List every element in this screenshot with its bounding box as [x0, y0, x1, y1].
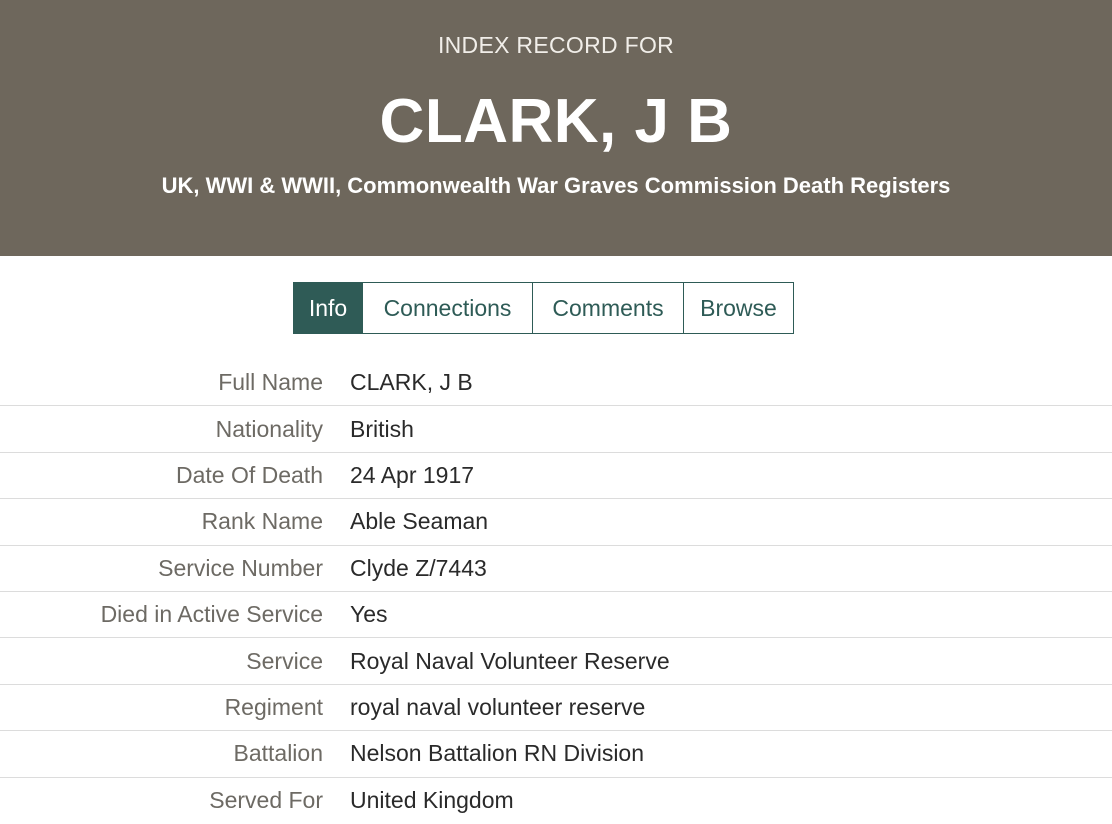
detail-row-died-in-active-service: Died in Active Service Yes	[0, 592, 1112, 639]
tab-connections[interactable]: Connections	[363, 282, 533, 334]
tab-info[interactable]: Info	[293, 282, 363, 334]
record-kicker: INDEX RECORD FOR	[437, 32, 675, 58]
record-header: INDEX RECORD FOR CLARK, J B UK, WWI & WW…	[0, 0, 1112, 256]
detail-value: Yes	[350, 601, 388, 628]
detail-label: Served For	[209, 787, 323, 814]
detail-row-battalion: Battalion Nelson Battalion RN Division	[0, 731, 1112, 778]
detail-label: Nationality	[215, 415, 323, 442]
page-title: CLARK, J B	[379, 87, 733, 156]
detail-label: Service	[246, 647, 323, 674]
detail-label: Regiment	[224, 693, 323, 720]
detail-label: Service Number	[158, 554, 323, 581]
detail-row-served-for: Served For United Kingdom	[0, 778, 1112, 824]
detail-label: Rank Name	[201, 508, 323, 535]
detail-label: Full Name	[218, 369, 323, 396]
detail-value: Able Seaman	[350, 508, 489, 535]
record-details: Full Name CLARK, J B Nationality British…	[0, 360, 1112, 824]
detail-row-service-number: Service Number Clyde Z/7443	[0, 546, 1112, 592]
detail-value: Clyde Z/7443	[350, 554, 487, 581]
detail-value: royal naval volunteer reserve	[350, 693, 646, 720]
detail-label: Date Of Death	[175, 461, 323, 488]
detail-value: Nelson Battalion RN Division	[350, 740, 645, 767]
record-tabs: Info Connections Comments Browse	[293, 282, 794, 334]
detail-value: United Kingdom	[350, 787, 514, 814]
detail-row-rank-name: Rank Name Able Seaman	[0, 499, 1112, 546]
detail-value: 24 Apr 1917	[350, 461, 475, 488]
tab-browse[interactable]: Browse	[684, 282, 794, 334]
detail-value: British	[350, 415, 414, 442]
detail-row-nationality: Nationality British	[0, 406, 1112, 453]
detail-row-date-of-death: Date Of Death 24 Apr 1917	[0, 453, 1112, 500]
detail-label: Battalion	[233, 740, 323, 767]
tab-comments[interactable]: Comments	[533, 282, 684, 334]
detail-row-full-name: Full Name CLARK, J B	[0, 360, 1112, 407]
detail-row-regiment: Regiment royal naval volunteer reserve	[0, 685, 1112, 732]
detail-row-service: Service Royal Naval Volunteer Reserve	[0, 638, 1112, 685]
detail-value: Royal Naval Volunteer Reserve	[350, 647, 670, 674]
detail-value: CLARK, J B	[350, 369, 473, 396]
detail-label: Died in Active Service	[100, 601, 323, 628]
collection-title[interactable]: UK, WWI & WWII, Commonwealth War Graves …	[0, 173, 1112, 199]
